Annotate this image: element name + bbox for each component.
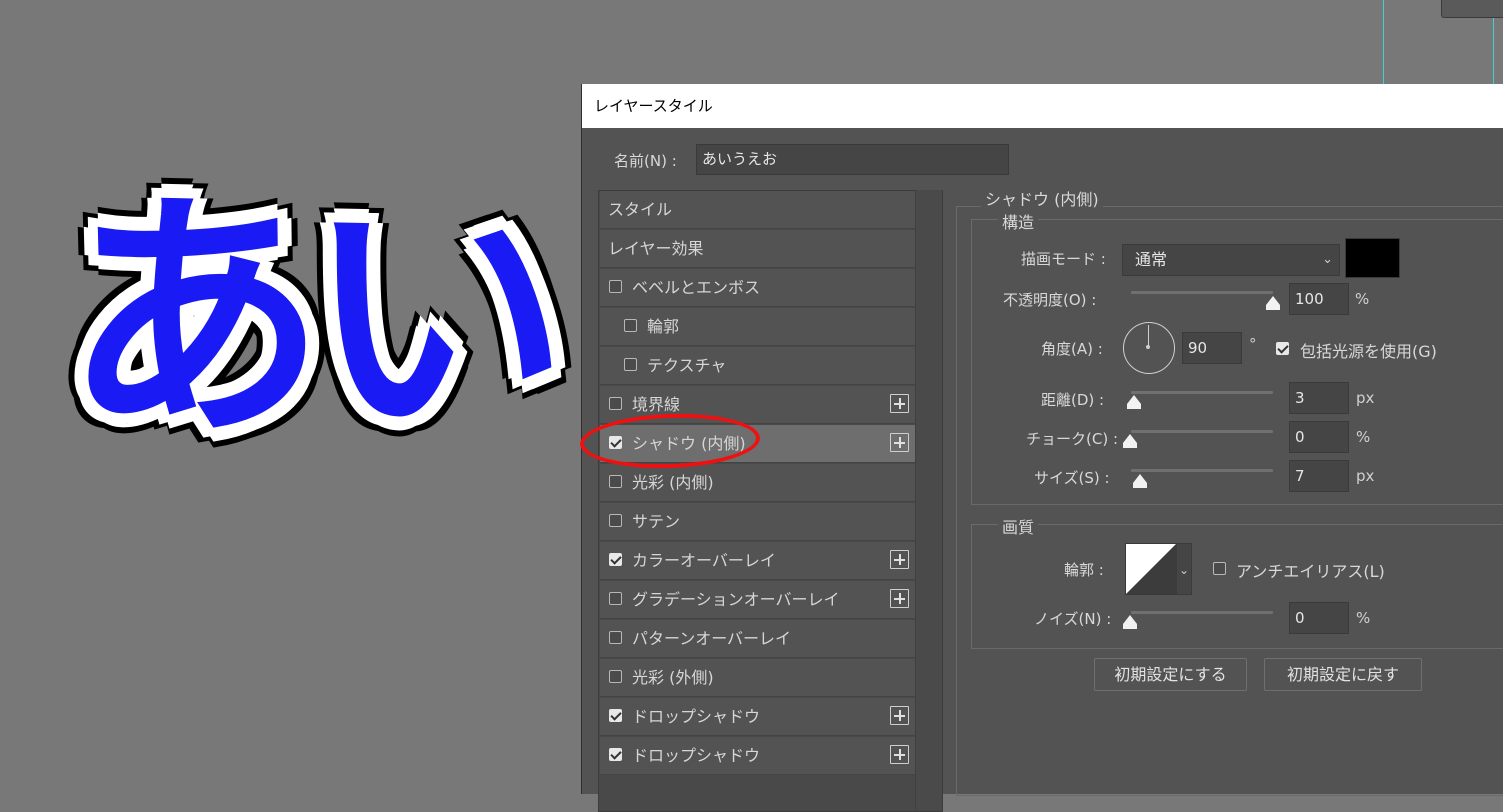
reset-default-button[interactable]: 初期設定に戻す xyxy=(1264,658,1422,691)
choke-unit: % xyxy=(1356,428,1371,446)
styles-list-checkbox[interactable] xyxy=(609,553,622,566)
opacity-input[interactable]: 100 xyxy=(1289,283,1349,315)
styles-list-item-label: 光彩 (内側) xyxy=(632,473,714,492)
styles-list-item[interactable]: ドロップシャドウ xyxy=(600,698,915,736)
size-slider-track[interactable] xyxy=(1131,469,1273,472)
noise-label: ノイズ(N) : xyxy=(1034,610,1112,628)
add-effect-plus-icon[interactable] xyxy=(890,394,909,413)
choke-slider-track[interactable] xyxy=(1131,430,1273,433)
styles-list-item-label: ベベルとエンボス xyxy=(632,278,761,297)
styles-list-checkbox[interactable] xyxy=(609,592,622,605)
global-light-label: 包括光源を使用(G) xyxy=(1300,342,1437,361)
opacity-slider-thumb[interactable] xyxy=(1266,296,1280,310)
angle-input[interactable]: 90 xyxy=(1182,332,1242,364)
styles-list-checkbox[interactable] xyxy=(624,358,637,371)
add-effect-plus-icon[interactable] xyxy=(890,433,909,452)
styles-list-item-label: サテン xyxy=(632,512,681,531)
contour-preview[interactable] xyxy=(1125,543,1177,595)
styles-list-item[interactable]: パターンオーバーレイ xyxy=(600,620,915,658)
guide-line-left xyxy=(1383,0,1384,84)
blend-mode-select[interactable]: 通常 ⌄ xyxy=(1122,244,1340,276)
styles-list-item-label: スタイル xyxy=(608,200,673,219)
styles-list-item-label: テクスチャ xyxy=(647,356,727,375)
distance-input[interactable]: 3 xyxy=(1289,382,1349,414)
name-label: 名前(N) : xyxy=(614,152,677,170)
styles-list-checkbox[interactable] xyxy=(609,475,622,488)
size-label: サイズ(S) : xyxy=(1034,469,1110,487)
noise-unit: % xyxy=(1356,609,1371,627)
styles-list-item[interactable]: 光彩 (外側) xyxy=(600,659,915,697)
styles-list-item-label: レイヤー効果 xyxy=(608,239,704,258)
styles-list-item[interactable]: グラデーションオーバーレイ xyxy=(600,581,915,619)
styles-list-item-label: ドロップシャドウ xyxy=(632,707,761,726)
inner-shadow-title: シャドウ (内側) xyxy=(981,186,1103,210)
styles-list-item[interactable]: 光彩 (内側) xyxy=(600,464,915,502)
blend-mode-value: 通常 xyxy=(1135,250,1168,269)
styles-list-item[interactable]: カラーオーバーレイ xyxy=(600,542,915,580)
distance-label: 距離(D) : xyxy=(1041,391,1105,409)
add-effect-plus-icon[interactable] xyxy=(890,589,909,608)
styles-list-checkbox[interactable] xyxy=(609,748,622,761)
styles-list-checkbox[interactable] xyxy=(609,280,622,293)
styles-list-checkbox[interactable] xyxy=(609,514,622,527)
styles-list-checkbox[interactable] xyxy=(624,319,637,332)
styles-list-checkbox[interactable] xyxy=(609,397,622,410)
styles-list-item[interactable]: 輪郭 xyxy=(600,308,915,346)
styles-list-scrollbar[interactable] xyxy=(915,190,942,810)
angle-dial[interactable] xyxy=(1123,322,1175,374)
opacity-slider-track[interactable] xyxy=(1131,291,1273,294)
noise-slider-track[interactable] xyxy=(1131,611,1273,614)
size-slider-thumb[interactable] xyxy=(1133,474,1147,488)
structure-title: 構造 xyxy=(998,209,1039,233)
antialias-checkbox[interactable] xyxy=(1213,562,1226,575)
size-unit: px xyxy=(1356,467,1375,485)
add-effect-plus-icon[interactable] xyxy=(890,550,909,569)
styles-list-item-label: パターンオーバーレイ xyxy=(632,629,792,648)
choke-input[interactable]: 0 xyxy=(1289,421,1349,453)
contour-label: 輪郭 : xyxy=(1064,561,1104,579)
opacity-label: 不透明度(O) : xyxy=(1003,291,1097,309)
styles-list-item[interactable]: スタイル xyxy=(600,191,915,229)
choke-slider-thumb[interactable] xyxy=(1123,434,1137,448)
choke-label: チョーク(C) : xyxy=(1026,430,1118,448)
styles-list-item[interactable]: ベベルとエンボス xyxy=(600,269,915,307)
canvas-text-layer: あい xyxy=(60,163,572,476)
toolbar-fragment[interactable] xyxy=(1441,0,1503,18)
noise-slider-thumb[interactable] xyxy=(1123,615,1137,629)
styles-list-item-label: 光彩 (外側) xyxy=(632,668,714,687)
angle-label: 角度(A) : xyxy=(1041,340,1103,358)
styles-list-item-label: 輪郭 xyxy=(647,317,680,336)
styles-list-item[interactable]: レイヤー効果 xyxy=(600,230,915,268)
add-effect-plus-icon[interactable] xyxy=(890,706,909,725)
shadow-color-swatch[interactable] xyxy=(1345,238,1400,278)
add-effect-plus-icon[interactable] xyxy=(890,745,909,764)
opacity-unit: % xyxy=(1355,290,1370,308)
styles-list-item[interactable]: サテン xyxy=(600,503,915,541)
distance-slider-thumb[interactable] xyxy=(1127,395,1141,409)
quality-group xyxy=(971,524,1503,649)
noise-input[interactable]: 0 xyxy=(1289,602,1349,634)
name-input[interactable]: あいうえお xyxy=(696,144,1009,175)
styles-list-item-label: グラデーションオーバーレイ xyxy=(632,590,840,609)
styles-list-checkbox[interactable] xyxy=(609,709,622,722)
styles-list-item-label: カラーオーバーレイ xyxy=(632,551,776,570)
styles-list-checkbox[interactable] xyxy=(609,631,622,644)
styles-list-item[interactable]: ドロップシャドウ xyxy=(600,737,915,775)
styles-list-item-label: ドロップシャドウ xyxy=(632,746,761,765)
global-light-checkbox[interactable] xyxy=(1276,342,1289,355)
chevron-down-icon: ⌄ xyxy=(1322,252,1333,267)
antialias-label: アンチエイリアス(L) xyxy=(1236,562,1385,581)
quality-title: 画質 xyxy=(998,514,1039,538)
make-default-button[interactable]: 初期設定にする xyxy=(1094,658,1247,691)
distance-unit: px xyxy=(1356,389,1375,407)
blend-mode-label: 描画モード : xyxy=(1021,250,1106,268)
styles-list-checkbox[interactable] xyxy=(609,670,622,683)
angle-unit: ° xyxy=(1249,335,1257,353)
contour-dropdown[interactable]: ⌄ xyxy=(1176,543,1192,595)
size-input[interactable]: 7 xyxy=(1289,460,1349,492)
dialog-title: レイヤースタイル xyxy=(582,84,1503,128)
distance-slider-track[interactable] xyxy=(1131,391,1273,394)
styles-list-item[interactable]: テクスチャ xyxy=(600,347,915,385)
